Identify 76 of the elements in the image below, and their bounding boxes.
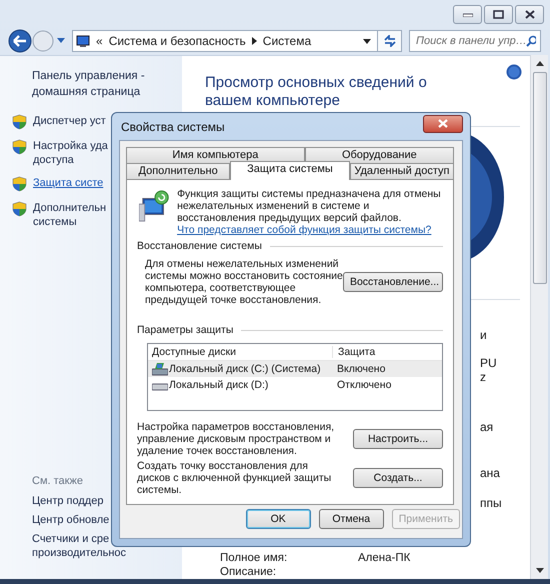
field-label: Полное имя:: [220, 551, 288, 565]
page-heading: Просмотр основных сведений о вашем компьютере: [205, 74, 428, 110]
system-drive-icon: [152, 362, 168, 376]
action-button[interactable]: Настроить...: [353, 429, 443, 449]
action-description: Создать точку восстановления для дисков с включенной функцией защиты системы.: [137, 460, 332, 496]
breadcrumb-item[interactable]: Система и безопасность: [108, 34, 246, 48]
refresh-icon: [382, 35, 396, 47]
see-also-link[interactable]: Счетчики и сре производительнос: [32, 532, 126, 560]
sidebar-link[interactable]: Диспетчер уст: [33, 114, 106, 128]
info-text: ана: [479, 466, 500, 480]
refresh-button[interactable]: [378, 30, 402, 52]
back-button[interactable]: [8, 29, 32, 53]
drive-name: Локальный диск (C:) (Система): [169, 363, 321, 375]
shield-icon: [12, 114, 27, 130]
maximize-button[interactable]: [484, 5, 513, 24]
minimize-icon: [462, 12, 472, 16]
breadcrumb-item[interactable]: Система: [262, 34, 312, 48]
field-label: Описание:: [220, 565, 278, 579]
sidebar-link[interactable]: Защита систе: [33, 176, 104, 190]
restore-description: Для отмены нежелательных изменений системы можно восстановить состояние компьютера, соответствующее предыдущей точке восстановления.: [145, 258, 343, 306]
see-also-heading: См. также: [32, 475, 83, 487]
close-icon: [524, 10, 534, 19]
shield-icon: [12, 176, 27, 192]
sidebar-link[interactable]: Дополнительн системы: [33, 201, 106, 229]
close-button[interactable]: [423, 114, 463, 132]
dialog-button[interactable]: Отмена: [318, 509, 384, 529]
search-field[interactable]: Поиск в панели упр…: [409, 30, 541, 52]
maximize-icon: [493, 10, 504, 19]
computer-restore-icon: [139, 188, 172, 224]
intro-text: Функция защиты системы предназначена для отмены нежелательных изменений в системе и восстановления предыдущих версий файлов. Что представляет собой функция защиты системы?: [177, 188, 442, 236]
minimize-button[interactable]: [453, 5, 482, 24]
close-icon: [438, 119, 448, 128]
separator-icon[interactable]: [252, 37, 257, 45]
info-text: ая: [479, 420, 494, 434]
info-text: и: [479, 328, 487, 342]
drive-row[interactable]: Локальный диск (D:) Отключено: [148, 377, 442, 393]
action-description: Настройка параметров восстановления, управление дисковым пространством и удаление точек восстановления.: [137, 421, 336, 457]
tab[interactable]: Оборудование: [304, 147, 454, 163]
scrollbar[interactable]: [530, 55, 548, 579]
protection-status: Отключено: [336, 379, 392, 391]
info-text: z: [479, 370, 486, 384]
tab[interactable]: Удаленный доступ: [350, 163, 454, 179]
info-text: ппы: [479, 496, 502, 510]
tab[interactable]: Имя компьютера: [126, 147, 305, 163]
dialog-button[interactable]: OK: [246, 509, 311, 529]
breadcrumb-overflow[interactable]: «: [96, 34, 103, 48]
help-link[interactable]: Что представляет собой функция защиты системы?: [177, 224, 432, 236]
drive-name: Локальный диск (D:): [169, 379, 268, 391]
see-also-link[interactable]: Центр поддер: [32, 494, 104, 508]
scroll-thumb[interactable]: [532, 72, 546, 284]
scroll-up-icon[interactable]: [536, 61, 544, 66]
sidebar-link[interactable]: Настройка уда доступа: [33, 139, 108, 167]
shield-icon: [12, 201, 27, 217]
tab[interactable]: Дополнительно: [126, 163, 230, 179]
history-dropdown-icon[interactable]: [57, 38, 65, 44]
drive-row[interactable]: Локальный диск (C:) (Система) Включено: [148, 361, 442, 377]
restore-button[interactable]: Восстановление...: [342, 272, 443, 292]
close-button[interactable]: [515, 5, 544, 24]
dialog-title: Свойства системы: [121, 120, 225, 134]
dropdown-icon[interactable]: [363, 38, 371, 44]
field-value: Алена-ПК: [358, 551, 410, 565]
scroll-down-icon[interactable]: [536, 568, 544, 573]
action-button[interactable]: Создать...: [353, 468, 443, 488]
info-text: PU: [479, 356, 497, 370]
shield-icon: [12, 139, 27, 155]
search-icon: [526, 35, 536, 47]
see-also-link[interactable]: Центр обновле: [32, 513, 110, 527]
computer-icon: [76, 34, 90, 48]
address-bar[interactable]: « Система и безопасность Система: [72, 30, 378, 52]
protection-status: Включено: [336, 363, 386, 375]
home-link[interactable]: Панель управления - домашняя страница: [0, 68, 182, 100]
group-heading: Параметры защиты: [137, 324, 234, 336]
column-header[interactable]: Доступные диски: [148, 346, 333, 358]
tab[interactable]: Защита системы: [230, 161, 350, 180]
column-header[interactable]: Защита: [333, 346, 376, 358]
group-heading: Восстановление системы: [137, 240, 262, 252]
